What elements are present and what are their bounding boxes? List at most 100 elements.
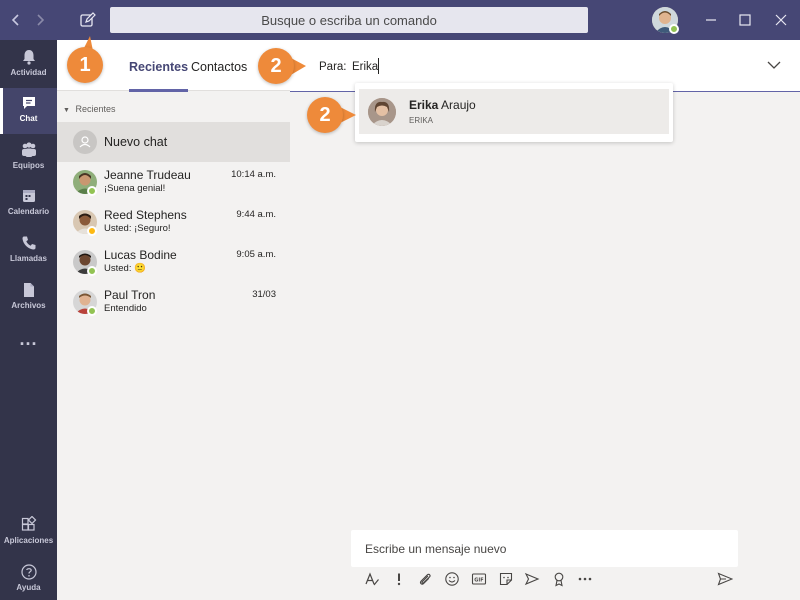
maximize-button[interactable] [735, 10, 755, 30]
minimize-button[interactable] [701, 10, 721, 30]
more-icon: ... [19, 329, 38, 349]
forward-button[interactable] [32, 11, 48, 29]
rail-item-aplicaciones[interactable]: Aplicaciones [0, 510, 57, 556]
chat-time: 9:44 a.m. [236, 209, 276, 220]
suggestion-item[interactable]: Erika Araujo ERIKA [359, 89, 669, 134]
important-button[interactable] [391, 571, 407, 587]
new-chat-item[interactable]: Nuevo chat [57, 122, 290, 162]
sticker-icon [499, 572, 513, 586]
suggestion-dropdown: Erika Araujo ERIKA [355, 83, 673, 142]
section-header-label: Recientes [75, 104, 116, 114]
chat-name: Lucas Bodine [104, 248, 177, 262]
presence-available-icon [669, 24, 679, 34]
chat-time: 9:05 a.m. [236, 249, 276, 260]
emoji-icon [445, 572, 459, 586]
chat-preview: Entendido [104, 303, 147, 314]
praise-button[interactable] [551, 571, 567, 587]
gif-icon: GIF [471, 573, 487, 585]
compose-icon [80, 12, 96, 27]
emoji-button[interactable] [444, 571, 460, 587]
chevron-right-icon [37, 14, 45, 26]
presence-available-icon [87, 186, 97, 196]
format-icon [365, 572, 379, 586]
recipient-input[interactable] [348, 57, 728, 77]
chat-time: 31/03 [252, 289, 276, 300]
more-icon [578, 577, 592, 581]
rail-item-equipos[interactable]: Equipos [0, 135, 57, 181]
rail-item-llamadas[interactable]: Llamadas [0, 228, 57, 274]
rail-item-label: Chat [19, 114, 38, 123]
callout-marker: 2 [307, 97, 343, 133]
expand-button[interactable] [766, 58, 782, 72]
suggestion-last-name: Araujo [438, 98, 476, 112]
important-icon [397, 573, 401, 586]
attach-button[interactable] [417, 571, 433, 587]
chevron-down-icon [767, 61, 781, 69]
section-header-recientes[interactable]: ▼ Recientes [63, 104, 115, 114]
praise-icon [554, 572, 564, 587]
rail-item-archivos[interactable]: Archivos [0, 275, 57, 321]
to-label: Para: [319, 61, 347, 73]
avatar-photo-icon [368, 98, 396, 126]
presence-available-icon [87, 266, 97, 276]
rail-item-label: Actividad [10, 68, 47, 77]
file-icon [23, 283, 34, 297]
presence-available-icon [87, 306, 97, 316]
chat-row[interactable]: Reed Stephens Usted: ¡Seguro! 9:44 a.m. [57, 202, 290, 242]
caret-down-icon: ▼ [63, 107, 70, 114]
close-button[interactable] [771, 10, 791, 30]
format-button[interactable] [364, 571, 380, 587]
send-icon [717, 572, 734, 586]
chat-name: Reed Stephens [104, 208, 187, 222]
title-bar: Busque o escriba un comando [0, 0, 800, 40]
new-chat-label: Nuevo chat [104, 135, 168, 149]
chat-row[interactable]: Jeanne Trudeau ¡Suena genial! 10:14 a.m. [57, 162, 290, 202]
chat-name: Jeanne Trudeau [104, 168, 191, 182]
help-icon [20, 564, 37, 580]
tab-contactos[interactable]: Contactos [191, 60, 247, 74]
rail-item-calendario[interactable]: Calendario [0, 181, 57, 227]
meet-button[interactable] [524, 571, 540, 587]
maximize-icon [739, 14, 751, 26]
meet-icon [524, 572, 540, 586]
chat-time: 10:14 a.m. [231, 169, 276, 180]
chat-icon [22, 97, 35, 109]
back-button[interactable] [8, 11, 24, 29]
message-input[interactable] [351, 530, 738, 567]
chat-preview: Usted: ¡Seguro! [104, 223, 171, 234]
avatar [368, 98, 396, 126]
person-icon [79, 136, 91, 148]
sticker-button[interactable] [498, 571, 514, 587]
rail-item-label: Llamadas [10, 254, 47, 263]
rail-item-actividad[interactable]: Actividad [0, 42, 57, 88]
suggestion-subtitle: ERIKA [409, 116, 434, 125]
callout-marker: 1 [67, 47, 103, 83]
chevron-left-icon [11, 14, 19, 26]
rail-item-label: Equipos [12, 161, 45, 170]
gif-button[interactable]: GIF [471, 571, 487, 587]
chat-row[interactable]: Paul Tron Entendido 31/03 [57, 282, 290, 322]
send-button[interactable] [717, 571, 734, 587]
app-rail: Actividad Chat Equipos Calendario Llamad… [0, 40, 57, 600]
rail-item-label: Calendario [7, 207, 50, 216]
bell-icon [22, 50, 35, 65]
more-options-button[interactable] [577, 571, 593, 587]
presence-away-icon [87, 226, 97, 236]
new-chat-placeholder-avatar [73, 130, 97, 154]
rail-item-more[interactable]: ... [0, 330, 57, 358]
rail-item-ayuda[interactable]: Ayuda [0, 557, 57, 600]
chat-row[interactable]: Lucas Bodine Usted: 🙂 9:05 a.m. [57, 242, 290, 282]
attach-icon [419, 573, 431, 585]
message-composer[interactable] [351, 530, 738, 567]
compose-button[interactable] [78, 10, 98, 30]
chat-preview: Usted: 🙂 [104, 263, 146, 274]
search-placeholder: Busque o escriba un comando [261, 12, 437, 28]
chat-preview: ¡Suena genial! [104, 183, 166, 194]
rail-item-chat[interactable]: Chat [0, 88, 57, 134]
search-box[interactable]: Busque o escriba un comando [110, 7, 588, 33]
callout-marker: 2 [258, 48, 294, 84]
suggestion-name: Erika Araujo [409, 98, 476, 112]
tab-recientes[interactable]: Recientes [129, 60, 189, 92]
teams-icon [21, 142, 36, 157]
suggestion-first-name: Erika [409, 98, 439, 112]
